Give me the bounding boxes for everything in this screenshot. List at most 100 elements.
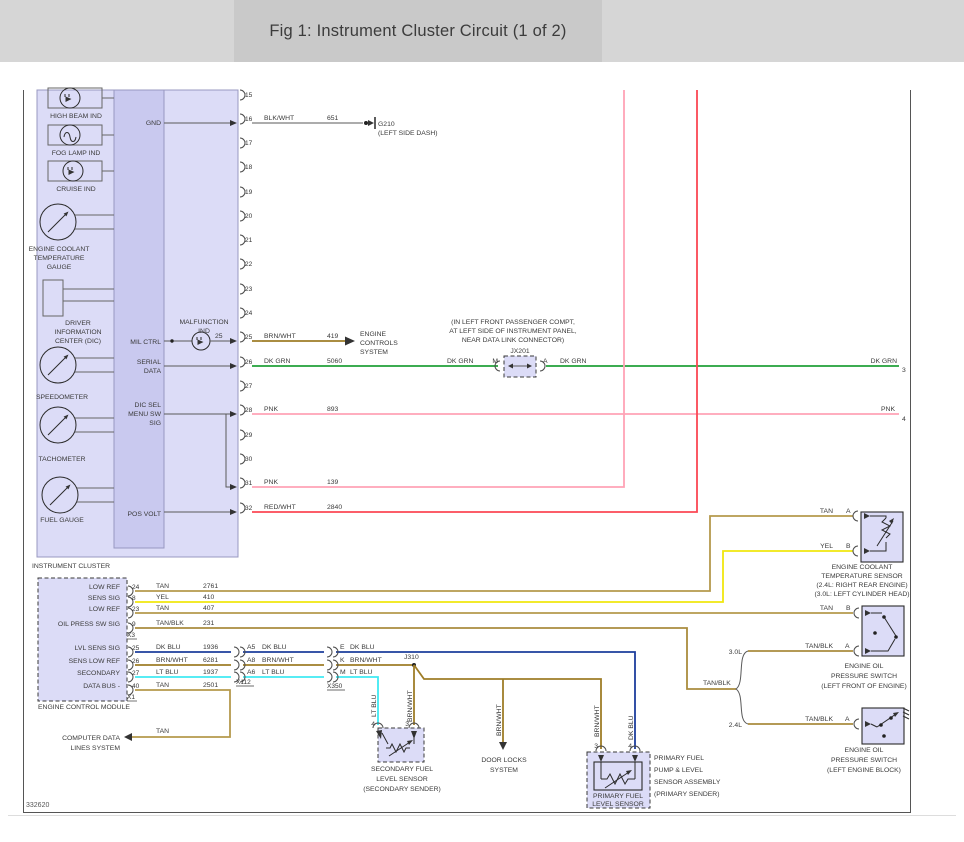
jx201-connector: M A xyxy=(492,356,548,377)
split-bottom-label: 2.4L xyxy=(729,722,742,729)
wire-circuit-label: 231 xyxy=(203,620,215,627)
wire-color-label: TAN xyxy=(156,583,169,590)
oil-switch-front-label-3: (LEFT FRONT OF ENGINE) xyxy=(821,683,906,690)
dic-sel-label-2: MENU SW xyxy=(128,411,161,418)
wire-circuit-label: 893 xyxy=(327,406,339,413)
cluster-pin-18: 18 xyxy=(245,164,253,171)
x350-color-label: LT BLU xyxy=(350,669,373,676)
wire-blk-wht-651: BLK/WHT 651 G210 (LEFT SIDE DASH) xyxy=(252,115,438,137)
pin-b-wire-label: TAN xyxy=(820,605,833,612)
x112-pin-label: A6 xyxy=(247,669,256,676)
offpage-arrow-icon xyxy=(345,337,355,346)
door-locks-wire-label: BRN/WHT xyxy=(496,704,503,736)
malfunction-label-2: IND xyxy=(198,328,210,335)
x112-pin-label: A5 xyxy=(247,644,256,651)
dic-sel-label-1: DIC SEL xyxy=(135,402,162,409)
wire-color-label-3: DK GRN xyxy=(560,358,587,365)
wire-color-label: RED/WHT xyxy=(264,504,296,511)
pin3-wire-label: BRN/WHT xyxy=(594,705,601,737)
ecm-signal-9: OIL PRESS SW SIG xyxy=(58,621,120,628)
pin-b-wire-label: YEL xyxy=(820,543,833,550)
cluster-pin-19: 19 xyxy=(245,189,253,196)
wire-circuit-label: 410 xyxy=(203,594,215,601)
ecm-signal-26: SENS LOW REF xyxy=(69,658,120,665)
wire-red-wht-2840: RED/WHT 2840 xyxy=(252,90,697,512)
primary-assembly-label-4: (PRIMARY SENDER) xyxy=(654,791,719,798)
branch-bottom-pin-label: A xyxy=(845,716,850,723)
pin-a-label: A xyxy=(846,508,851,515)
pin3-label: 3 xyxy=(405,721,409,728)
x112-id: X112 xyxy=(236,679,251,686)
wire-yel-410: YEL 410 xyxy=(135,551,853,602)
x350-pin-label: K xyxy=(340,657,345,664)
j310-label: J310 xyxy=(404,654,419,661)
dic-label-1: DRIVER xyxy=(65,320,91,327)
primary-sensor-label-1: PRIMARY FUEL xyxy=(593,793,643,800)
coolant-sensor-label-4: (3.0L: LEFT CYLINDER HEAD) xyxy=(814,591,909,598)
wire-circuit-label: 6281 xyxy=(203,657,218,664)
exit-pin-label: 3 xyxy=(902,367,906,374)
cluster-pin-17: 17 xyxy=(245,140,253,147)
x350-color-label: BRN/WHT xyxy=(350,657,382,664)
branch-top-pin-label: A xyxy=(845,643,850,650)
malfunction-label-1: MALFUNCTION xyxy=(179,319,228,326)
dic-sel-label-3: SIG xyxy=(149,420,161,427)
wiring-diagram: INSTRUMENT CLUSTER HIGH BEAM IND FOG LAM… xyxy=(0,0,964,842)
wire-circuit-label: 139 xyxy=(327,479,339,486)
jx201-pin-a: A xyxy=(543,358,548,365)
cluster-pin-28: 28 xyxy=(245,407,253,414)
tachometer-label: TACHOMETER xyxy=(38,456,85,463)
pos-volt-label: POS VOLT xyxy=(128,511,162,518)
ecm-pin-25: 25 xyxy=(132,645,140,652)
secondary-sensor-label-1: SECONDARY FUEL xyxy=(371,766,433,773)
cluster-pin-31: 31 xyxy=(245,480,253,487)
wire-circuit-label: 1937 xyxy=(203,669,218,676)
serial-data-label-2: DATA xyxy=(144,368,162,375)
cluster-pin-23: 23 xyxy=(245,286,253,293)
primary-assembly-label-1: PRIMARY FUEL xyxy=(654,755,704,762)
coolant-gauge-label-1: ENGINE COOLANT xyxy=(29,246,90,253)
x350-id: X350 xyxy=(327,683,343,690)
pin4-label: 4 xyxy=(371,721,375,728)
ground-location: (LEFT SIDE DASH) xyxy=(378,130,438,137)
wire-color-label: DK GRN xyxy=(264,358,291,365)
cluster-pin-24: 24 xyxy=(245,310,253,317)
wire-circuit-label: 2840 xyxy=(327,504,342,511)
mil-ctrl-label: MIL CTRL xyxy=(130,339,161,346)
wire-pnk-139: PNK 139 xyxy=(252,90,624,487)
cluster-pin-32: 32 xyxy=(245,505,253,512)
wire-color-label: TAN/BLK xyxy=(156,620,184,627)
wire-circuit-label: 2761 xyxy=(203,583,218,590)
jx201-note-2: AT LEFT SIDE OF INSTRUMENT PANEL, xyxy=(449,328,577,335)
coolant-sensor-label-3: (2.4L: RIGHT REAR ENGINE) xyxy=(816,582,907,589)
ecm-pin-arcs: 24 8 23 9 25 26 27 40 xyxy=(128,584,140,695)
secondary-sensor-label-2: LEVEL SENSOR xyxy=(376,776,428,783)
pin4-label: 4 xyxy=(628,743,632,750)
ecm-pin-27: 27 xyxy=(132,670,140,677)
oil-switch-front-label-1: ENGINE OIL xyxy=(845,663,884,670)
ecm-label: ENGINE CONTROL MODULE xyxy=(38,704,130,711)
pin4-wire-label: LT BLU xyxy=(371,694,378,717)
wire-pnk-893: PNK 893 PNK 4 xyxy=(252,406,906,423)
ecm-box: ENGINE CONTROL MODULE LOW REF SENS SIG L… xyxy=(38,578,140,711)
figure-id: 332620 xyxy=(26,802,49,809)
ecm-signal-23: LOW REF xyxy=(89,606,120,613)
wire-brn-wht-419: BRN/WHT 419 ENGINE CONTROLS SYSTEM xyxy=(252,331,398,356)
engine-controls-label-1: ENGINE xyxy=(360,331,387,338)
ground-icon xyxy=(364,117,375,129)
ecm-signal-8: SENS SIG xyxy=(88,595,120,602)
fog-lamp-label: FOG LAMP IND xyxy=(52,150,101,157)
wire-lt-blu-1937: LT BLU 1937 A6 LT BLU M LT BLU xyxy=(135,669,378,725)
oil-switch-block-label-2: PRESSURE SWITCH xyxy=(831,757,897,764)
x350-pin-label: E xyxy=(340,644,345,651)
wire-tan-407: TAN 407 xyxy=(135,605,853,613)
coolant-gauge-label-3: GAUGE xyxy=(47,264,72,271)
secondary-sensor-label-3: (SECONDARY SENDER) xyxy=(363,786,441,793)
ecm-signal-24: LOW REF xyxy=(89,584,120,591)
offpage-arrow-icon xyxy=(124,733,132,741)
serial-data-label-1: SERIAL xyxy=(137,359,161,366)
computer-data-label-2: LINES SYSTEM xyxy=(71,745,121,752)
cluster-pin-column: 15 16 17 18 19 20 21 22 23 24 25 26 27 2… xyxy=(240,90,253,513)
x350-pin-label: M xyxy=(340,669,346,676)
wire-color-label: YEL xyxy=(156,594,169,601)
